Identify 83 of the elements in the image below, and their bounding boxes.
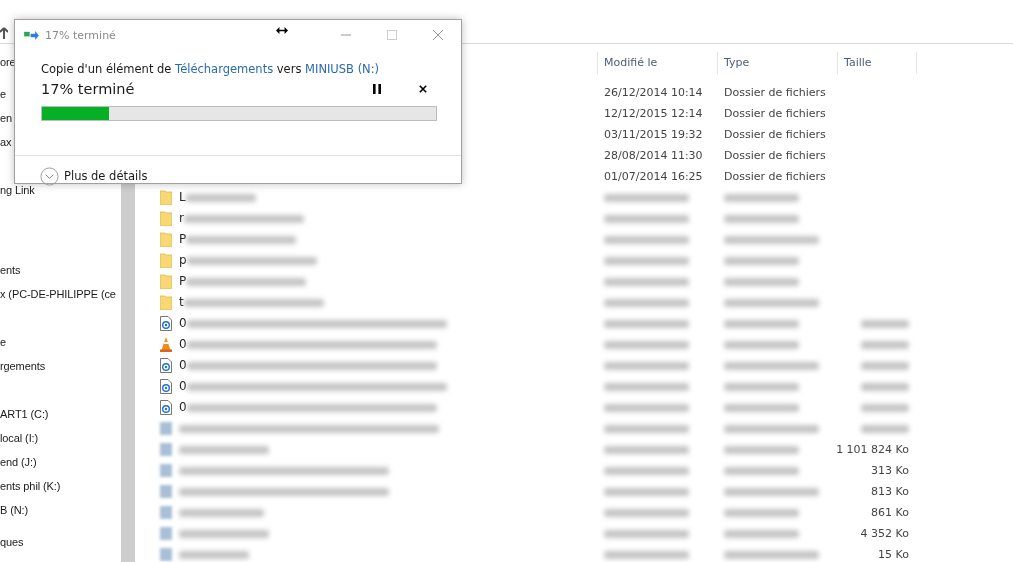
nav-item[interactable]: e xyxy=(0,88,7,100)
folder-icon xyxy=(160,295,172,310)
blurred-icon xyxy=(160,527,172,540)
table-cell-text: Dossier de fichiers xyxy=(724,169,826,185)
nav-item[interactable]: en xyxy=(0,112,13,124)
table-cell-text: 26/12/2014 10:14 xyxy=(604,85,703,101)
copy-icon xyxy=(24,29,39,41)
file-name[interactable]: r xyxy=(179,208,184,229)
blurred-icon xyxy=(160,485,172,498)
document-icon xyxy=(160,316,172,331)
blurred-icon xyxy=(160,464,172,477)
file-name[interactable]: P xyxy=(179,229,187,250)
table-cell-text: 03/11/2015 19:32 xyxy=(604,127,703,143)
blurred-text xyxy=(861,382,909,391)
table-cell-text: Dossier de fichiers xyxy=(724,148,826,164)
blurred-text xyxy=(861,340,909,349)
table-cell-text: 15 Ko xyxy=(878,547,909,562)
progress-status: 17% terminé xyxy=(41,81,136,97)
nav-item[interactable]: ents phil (K:) xyxy=(0,480,61,492)
copy-description: Copie d'un élément de Téléchargements vers MINIUSB (N:) xyxy=(41,62,381,76)
table-cell-text: Dossier de fichiers xyxy=(724,127,826,143)
blurred-text xyxy=(179,550,249,559)
blurred-text xyxy=(861,319,909,328)
resize-cursor-icon xyxy=(276,27,288,34)
column-header[interactable]: Type xyxy=(724,56,750,69)
folder-icon xyxy=(160,232,172,247)
close-icon xyxy=(433,30,443,40)
folder-icon xyxy=(160,190,172,205)
file-name[interactable]: 0 xyxy=(179,313,187,334)
column-header[interactable]: Modifié le xyxy=(604,56,658,69)
file-name[interactable]: t xyxy=(179,292,184,313)
traffic-cone-icon xyxy=(160,337,172,352)
close-icon xyxy=(419,84,427,94)
nav-item[interactable]: ART1 (C:) xyxy=(0,408,49,420)
table-cell-text: 313 Ko xyxy=(871,463,909,479)
maximize-icon xyxy=(387,30,397,40)
file-name[interactable]: P xyxy=(179,271,187,292)
table-cell-text: 4 352 Ko xyxy=(860,526,909,542)
nav-item[interactable]: x (PC-DE-PHILIPPE (ce xyxy=(0,288,116,300)
table-cell-text: Dossier de fichiers xyxy=(724,106,826,122)
nav-item[interactable]: ax xyxy=(0,136,12,148)
blurred-icon xyxy=(160,422,172,435)
document-icon xyxy=(160,379,172,394)
details-button[interactable]: Plus de détails xyxy=(40,166,148,186)
blurred-text xyxy=(185,193,256,202)
file-name[interactable]: 0 xyxy=(179,397,187,418)
nav-item[interactable]: ng Link xyxy=(0,184,35,196)
nav-item[interactable]: e xyxy=(0,336,7,348)
blurred-text xyxy=(861,361,909,370)
table-cell-text: 861 Ko xyxy=(871,505,909,521)
folder-icon xyxy=(160,211,172,226)
file-name[interactable]: p xyxy=(179,250,187,271)
table-cell-text: 01/07/2014 16:25 xyxy=(604,169,703,185)
column-header[interactable]: Taille xyxy=(844,56,872,69)
file-name[interactable]: 0 xyxy=(179,334,187,355)
nav-item[interactable]: ents xyxy=(0,264,21,276)
folder-icon xyxy=(160,253,172,268)
nav-item[interactable]: ques xyxy=(0,536,24,548)
folder-icon xyxy=(160,274,172,289)
file-name[interactable]: L xyxy=(179,187,186,208)
blurred-text xyxy=(861,403,909,412)
document-icon xyxy=(160,400,172,415)
table-cell-text: 12/12/2015 12:14 xyxy=(604,106,703,122)
table-cell-text: 1 101 824 Ko xyxy=(836,442,909,458)
nav-item[interactable]: B (N:) xyxy=(0,504,29,516)
file-name[interactable]: 0 xyxy=(179,376,187,397)
nav-item[interactable]: rgements xyxy=(0,360,46,372)
source-link[interactable]: Téléchargements xyxy=(175,62,274,76)
blurred-text xyxy=(861,424,909,433)
nav-item[interactable]: local (I:) xyxy=(0,432,39,444)
blurred-icon xyxy=(160,443,172,456)
nav-item[interactable]: end (J:) xyxy=(0,456,37,468)
up-arrow-icon[interactable] xyxy=(0,27,8,39)
pause-icon xyxy=(373,84,381,94)
document-icon xyxy=(160,358,172,373)
file-name[interactable]: 0 xyxy=(179,355,187,376)
table-cell-text: 813 Ko xyxy=(871,484,909,500)
window-title: 17% terminé xyxy=(45,28,116,42)
table-cell-text: 28/08/2014 11:30 xyxy=(604,148,703,164)
blurred-icon xyxy=(160,548,172,561)
table-cell-text: Dossier de fichiers xyxy=(724,85,826,101)
destination-link[interactable]: MINIUSB (N:) xyxy=(305,62,380,76)
blurred-icon xyxy=(160,506,172,519)
